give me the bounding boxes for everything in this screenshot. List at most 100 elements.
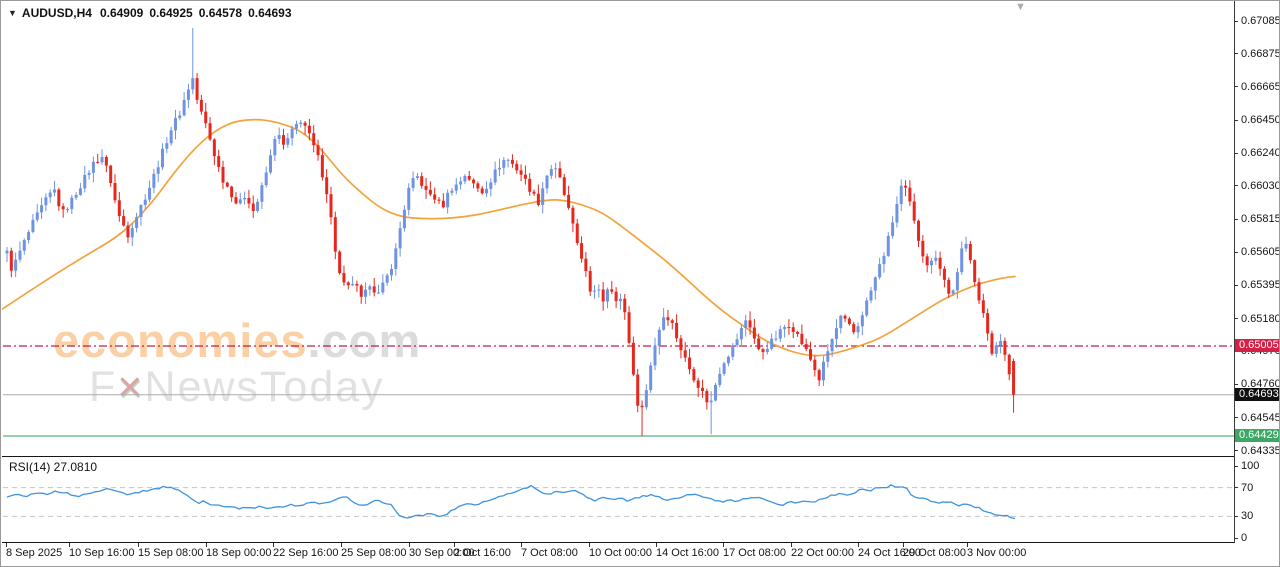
- rsi-line: [7, 485, 1015, 519]
- candle-body: [891, 222, 894, 235]
- candle-body: [684, 350, 687, 357]
- candle-body: [770, 339, 773, 349]
- candle-body: [805, 344, 808, 349]
- candle-body: [494, 169, 497, 182]
- candle-body: [355, 284, 358, 286]
- candle-body: [174, 118, 177, 130]
- candle-body: [66, 209, 69, 210]
- candle-body: [874, 277, 877, 290]
- date-axis-label: 10 Sep 16:00: [69, 547, 134, 559]
- candle-body: [965, 244, 968, 249]
- candle-body: [256, 202, 259, 211]
- candle-body: [438, 200, 441, 201]
- date-axis-label: 15 Sep 08:00: [138, 547, 203, 559]
- candle-body: [476, 183, 479, 188]
- candle-body: [222, 167, 225, 183]
- candle-body: [757, 338, 760, 349]
- candle-body: [610, 289, 613, 291]
- candle-body: [213, 139, 216, 156]
- symbol-dropdown-icon[interactable]: ▼: [8, 8, 17, 18]
- candle-body: [472, 180, 475, 184]
- candle-body: [792, 327, 795, 332]
- candle-body: [36, 212, 39, 219]
- candle-body: [666, 317, 669, 320]
- candle-body: [887, 236, 890, 256]
- candle-body: [148, 188, 151, 200]
- candle-body: [170, 130, 173, 143]
- candle-body: [260, 185, 263, 202]
- candle-body: [714, 385, 717, 401]
- candle-body: [10, 251, 13, 271]
- price-axis-label: 0.67085: [1241, 15, 1280, 27]
- date-axis-tick: [6, 543, 7, 547]
- rsi-panel-bottom-border[interactable]: [2, 542, 1234, 543]
- date-axis-tick: [69, 543, 70, 547]
- candle-body: [131, 228, 134, 237]
- price-axis-label: 0.64970: [1241, 345, 1280, 357]
- candle-body: [636, 375, 639, 406]
- candle-body: [537, 194, 540, 205]
- candle-body: [558, 168, 561, 177]
- price-level-badge: 0.64429: [1235, 429, 1280, 442]
- candle-body: [489, 182, 492, 188]
- candle-body: [658, 330, 661, 346]
- candle-body: [956, 272, 959, 290]
- candle-body: [126, 225, 129, 237]
- candle-body: [347, 283, 350, 286]
- date-axis-tick: [967, 543, 968, 547]
- candle-body: [381, 283, 384, 293]
- candle-body: [986, 313, 989, 333]
- main-panel-bottom-border[interactable]: [2, 456, 1234, 457]
- candle-body: [325, 177, 328, 194]
- candle-body: [844, 316, 847, 319]
- ohlc-open: 0.64909: [100, 6, 143, 20]
- candle-body: [109, 166, 112, 183]
- candle-body: [852, 324, 855, 332]
- candle-body: [14, 260, 17, 271]
- price-axis-label: 0.65605: [1241, 246, 1280, 258]
- ohlc-close: 0.64693: [248, 6, 291, 20]
- candle-body: [779, 329, 782, 338]
- candle-body: [584, 259, 587, 271]
- price-level-badge: 0.64693: [1235, 388, 1280, 401]
- candle-body: [196, 78, 199, 100]
- candle-body: [762, 349, 765, 352]
- date-axis-tick: [521, 543, 522, 547]
- date-axis-tick: [858, 543, 859, 547]
- chart-window: economies.com F×NewsToday ▼AUDUSD,H40.64…: [0, 0, 1280, 567]
- date-axis-label: 8 Sep 2025: [6, 547, 62, 559]
- candle-body: [870, 291, 873, 301]
- rsi-indicator-plot[interactable]: [2, 457, 1234, 542]
- date-axis-tick: [589, 543, 590, 547]
- candle-body: [351, 284, 354, 285]
- candle-body: [831, 339, 834, 351]
- candle-body: [943, 269, 946, 280]
- candle-body: [57, 190, 60, 207]
- candle-body: [580, 243, 583, 259]
- candle-body: [787, 327, 790, 328]
- candle-body: [105, 157, 108, 166]
- candle-body: [969, 244, 972, 260]
- candle-body: [442, 201, 445, 207]
- candle-body: [330, 194, 333, 217]
- chart-title: ▼AUDUSD,H40.649090.649250.645780.64693: [8, 6, 298, 20]
- candle-body: [774, 339, 777, 340]
- date-axis-label: 24 Oct 16:00: [858, 547, 921, 559]
- price-axis-label: 0.64545: [1241, 412, 1280, 424]
- candle-body: [88, 173, 91, 175]
- main-chart-plot[interactable]: [2, 1, 1234, 456]
- ohlc-low: 0.64578: [199, 6, 242, 20]
- date-axis-label: 10 Oct 00:00: [589, 547, 652, 559]
- date-axis-tick: [723, 543, 724, 547]
- candle-body: [49, 193, 52, 198]
- candle-body: [191, 78, 194, 89]
- candle-body: [338, 252, 341, 273]
- candle-body: [407, 188, 410, 210]
- price-axis-label: 0.66240: [1241, 147, 1280, 159]
- candle-body: [403, 210, 406, 228]
- chart-shift-marker-icon[interactable]: ▼: [1015, 1, 1026, 13]
- candle-body: [736, 339, 739, 345]
- candle-body: [455, 185, 458, 191]
- candle-body: [282, 135, 285, 145]
- candle-body: [511, 160, 514, 164]
